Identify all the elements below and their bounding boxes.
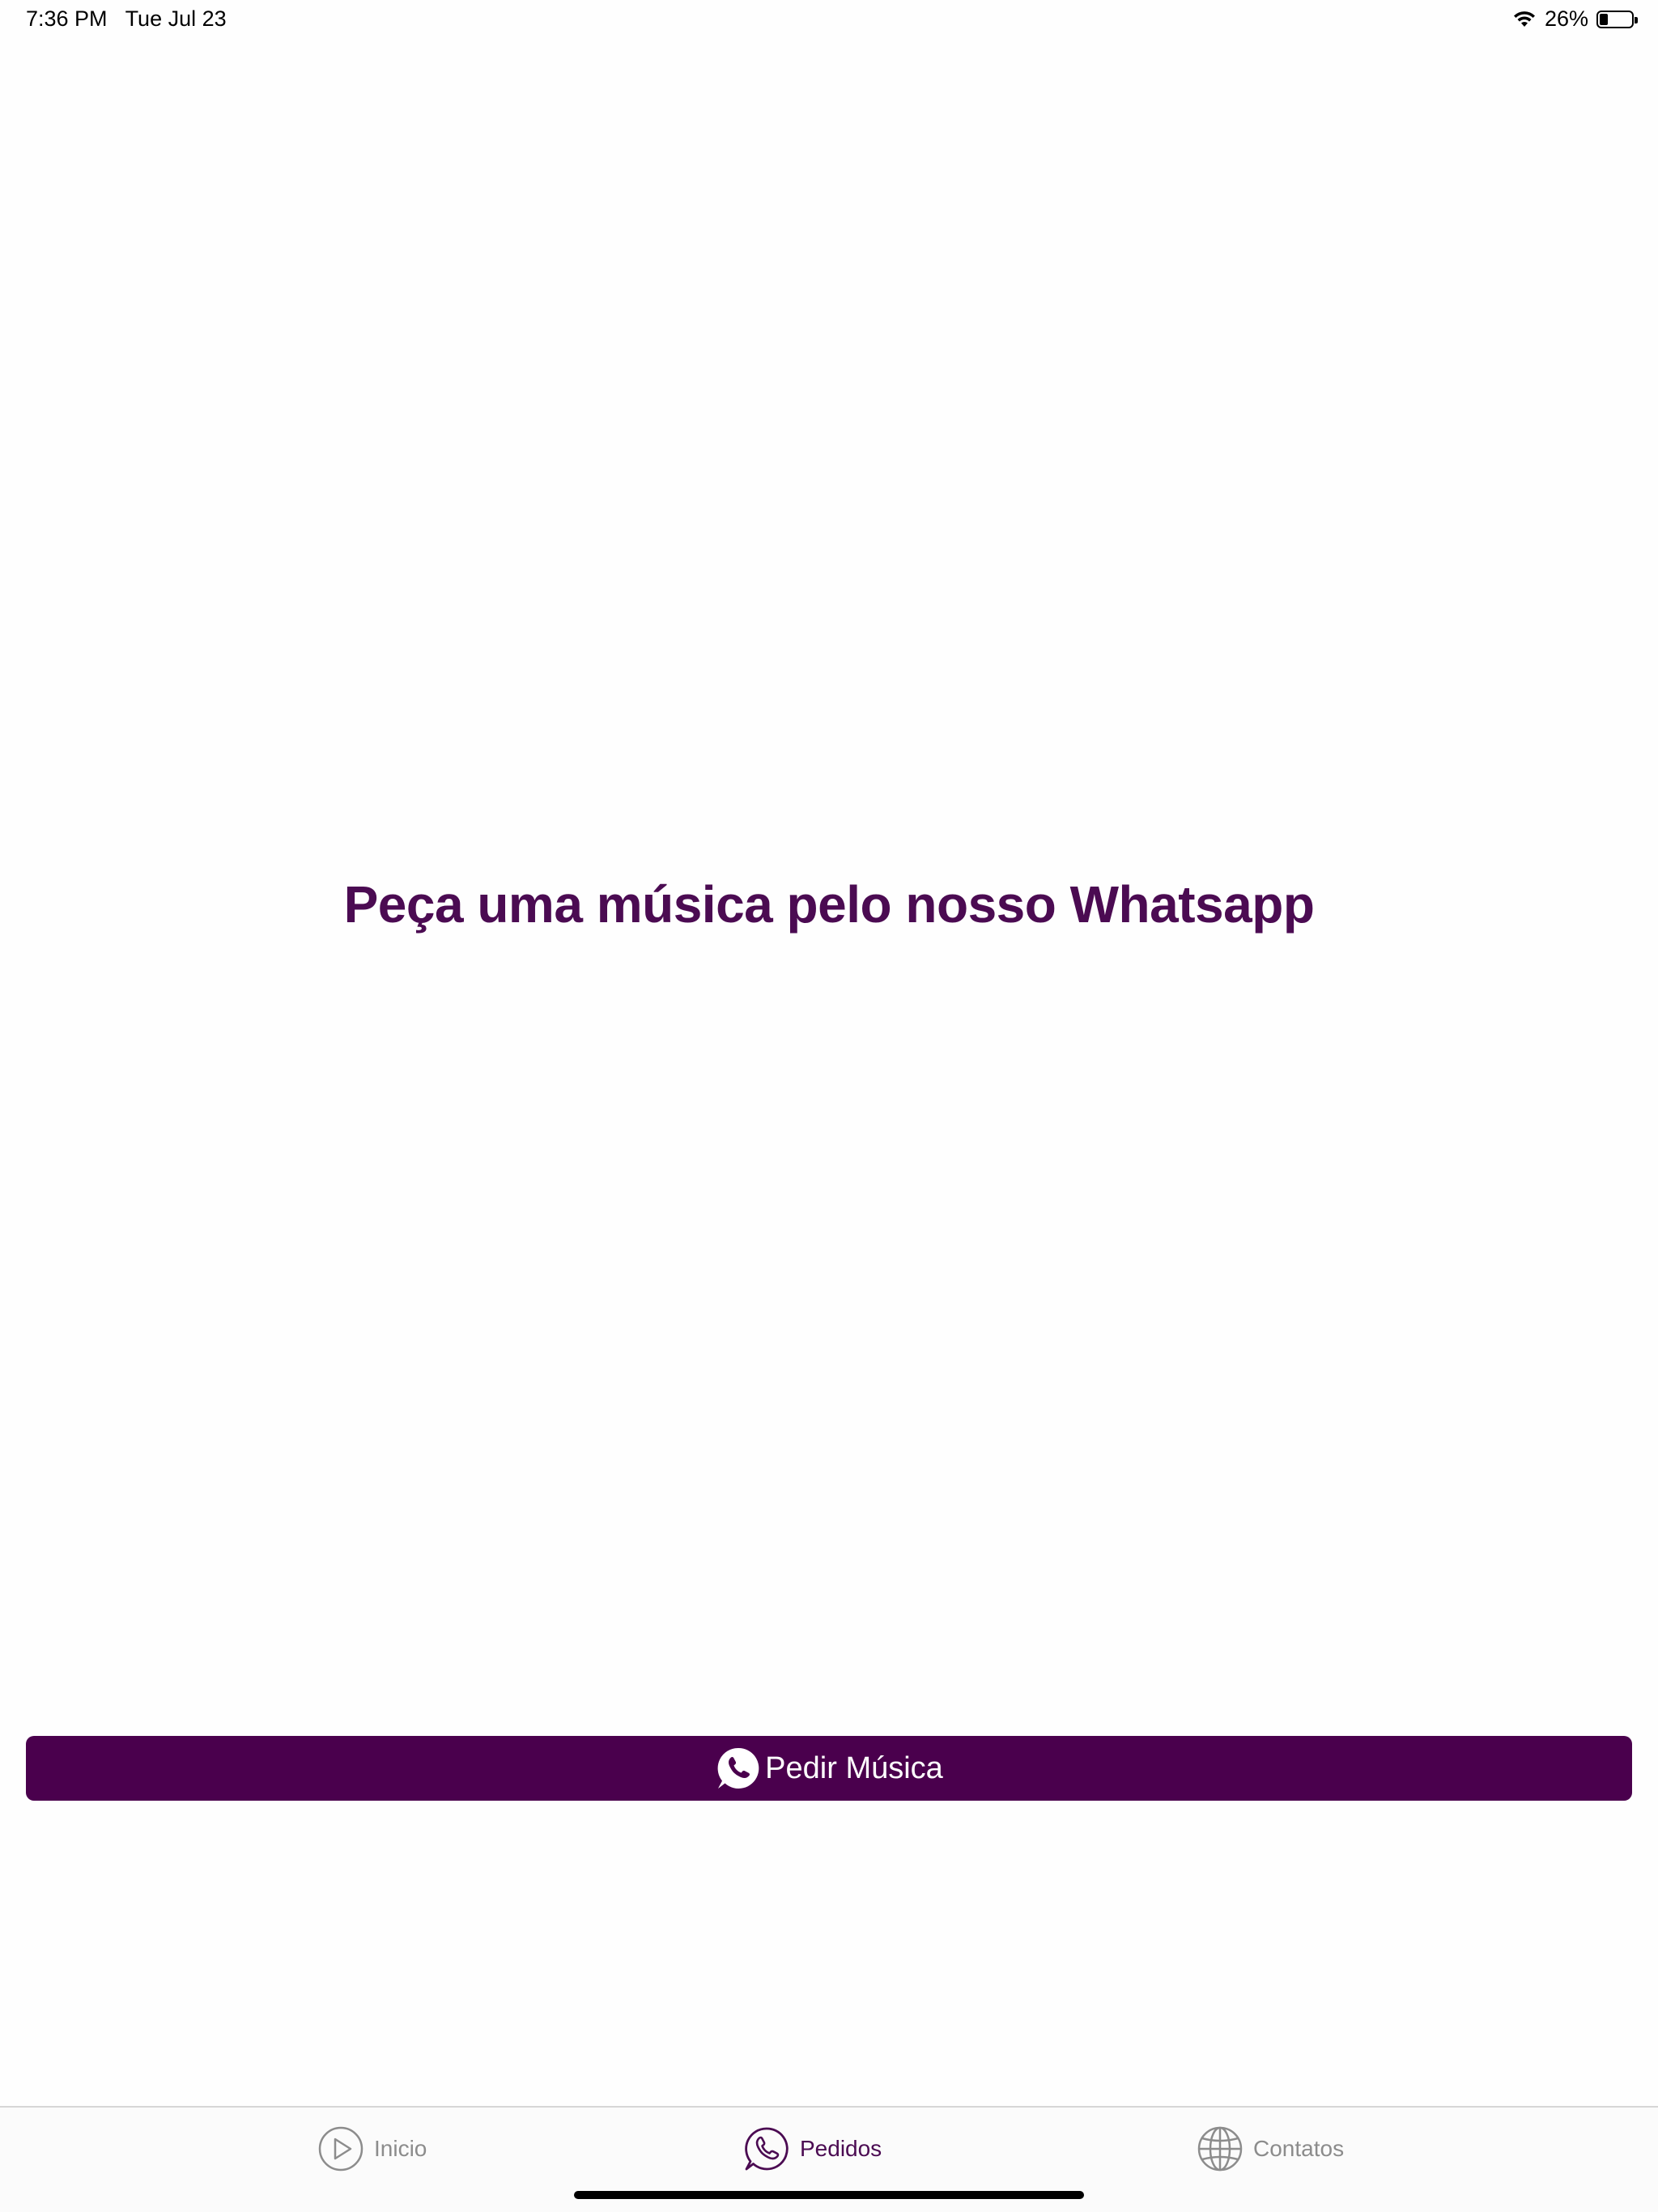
request-song-label: Pedir Música xyxy=(765,1750,943,1785)
whatsapp-icon xyxy=(715,1745,762,1792)
status-time: 7:36 PM xyxy=(26,6,108,31)
status-date: Tue Jul 23 xyxy=(125,6,227,31)
battery-level xyxy=(1600,13,1608,25)
status-right: 26% xyxy=(1512,6,1638,32)
tab-pedidos[interactable]: Pedidos xyxy=(743,2125,882,2172)
page-heading: Peça uma música pelo nosso Whatsapp xyxy=(343,875,1315,934)
app-screen: 7:36 PM Tue Jul 23 26% Peça uma música p… xyxy=(0,0,1658,2212)
tab-inicio-label: Inicio xyxy=(374,2136,427,2161)
status-left: 7:36 PM Tue Jul 23 xyxy=(26,6,227,32)
play-circle-icon xyxy=(317,2125,364,2172)
whatsapp-icon xyxy=(743,2125,790,2172)
home-indicator[interactable] xyxy=(574,2191,1084,2199)
request-song-button[interactable]: Pedir Música xyxy=(26,1736,1632,1801)
battery-icon xyxy=(1596,10,1638,28)
battery-tip xyxy=(1635,16,1638,23)
globe-icon xyxy=(1197,2125,1244,2172)
tab-pedidos-label: Pedidos xyxy=(800,2136,882,2161)
wifi-icon xyxy=(1512,11,1537,28)
tab-contatos[interactable]: Contatos xyxy=(1197,2125,1344,2172)
tab-contatos-label: Contatos xyxy=(1253,2136,1345,2161)
status-bar: 7:36 PM Tue Jul 23 26% xyxy=(0,0,1658,39)
tab-inicio[interactable]: Inicio xyxy=(317,2125,427,2172)
battery-percentage: 26% xyxy=(1544,6,1588,31)
